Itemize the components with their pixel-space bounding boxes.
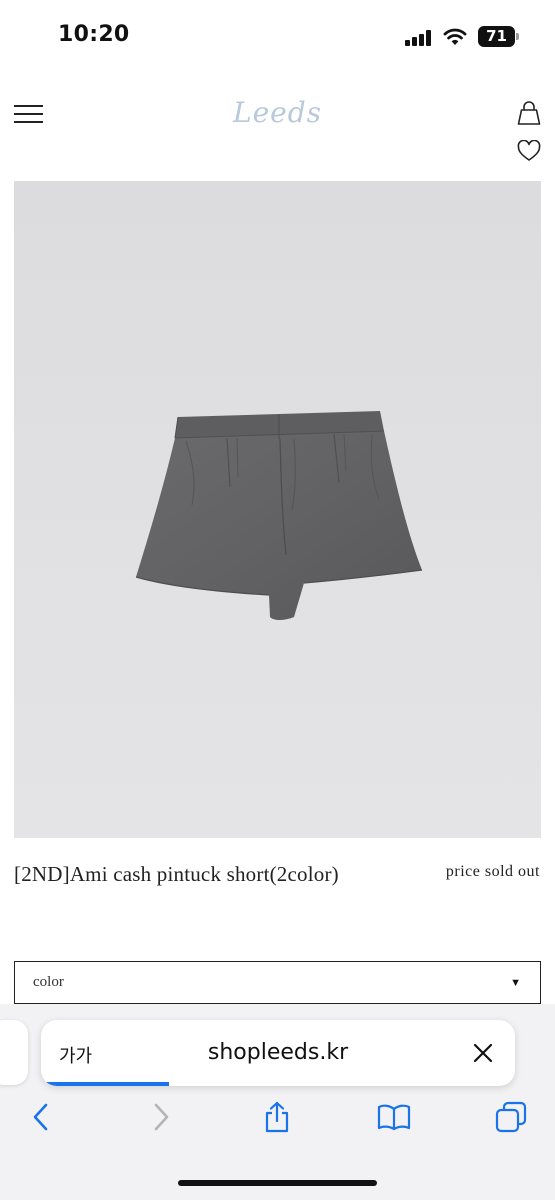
heart-icon[interactable]	[517, 140, 541, 162]
url-text[interactable]: shopleeds.kr	[41, 1040, 515, 1065]
share-icon[interactable]	[260, 1100, 294, 1134]
product-name: [2ND]Ami cash pintuck short(2color)	[14, 862, 339, 886]
close-icon[interactable]	[471, 1041, 495, 1065]
site-header: Leeds	[0, 90, 555, 170]
product-image[interactable]	[14, 181, 541, 838]
browser-bottom-bar: 가가 shopleeds.kr	[0, 1004, 555, 1200]
site-logo[interactable]: Leeds	[200, 96, 355, 129]
status-time: 10:20	[58, 22, 130, 47]
chevron-right-icon[interactable]	[144, 1100, 178, 1134]
wifi-icon	[443, 28, 467, 45]
product-price: price sold out	[445, 863, 540, 880]
chevron-left-icon[interactable]	[24, 1100, 58, 1134]
color-option-select[interactable]: color ▼	[14, 961, 541, 1004]
shorts-illustration	[135, 411, 423, 620]
color-option-label: color	[33, 974, 64, 990]
book-icon[interactable]	[377, 1100, 411, 1134]
battery-level: 71	[478, 26, 515, 47]
status-bar: 10:20 71	[0, 0, 555, 70]
hamburger-menu-icon[interactable]	[14, 105, 44, 123]
page-load-progress	[41, 1082, 169, 1086]
cellular-signal-icon	[405, 30, 435, 46]
battery-icon: 71	[478, 26, 520, 47]
dropdown-arrow-icon: ▼	[510, 977, 521, 989]
tabs-icon[interactable]	[494, 1100, 528, 1134]
address-bar[interactable]: 가가 shopleeds.kr	[41, 1020, 515, 1086]
home-indicator	[178, 1180, 377, 1186]
shopping-bag-icon[interactable]	[517, 100, 541, 126]
previous-tab-preview[interactable]	[0, 1020, 28, 1085]
